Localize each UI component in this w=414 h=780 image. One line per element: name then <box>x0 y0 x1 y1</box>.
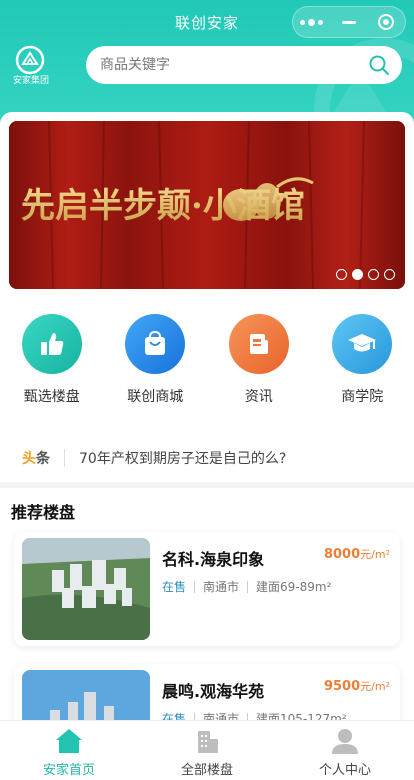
more-icon <box>300 18 324 26</box>
search-icon[interactable] <box>368 54 390 76</box>
tab-home[interactable]: 安家首页 <box>0 721 138 780</box>
home-icon <box>56 729 82 753</box>
divider <box>194 580 196 593</box>
search-input[interactable] <box>100 57 368 73</box>
tab-all-properties[interactable]: 全部楼盘 <box>138 721 276 780</box>
tab-label: 个人中心 <box>318 763 371 778</box>
property-price: 9500元/m² <box>323 679 390 694</box>
news-icon <box>228 314 289 374</box>
tab-label: 全部楼盘 <box>180 763 233 778</box>
carousel-dot-active[interactable] <box>352 269 363 280</box>
entry-featured-properties[interactable]: 甄选楼盘 <box>0 314 104 406</box>
property-card[interactable]: 名科.海泉印象 8000元/m² 在售 南通市 建面69-89m² <box>14 532 400 646</box>
quick-entry-grid: 甄选楼盘 联创商城 资讯 商学院 <box>0 314 414 406</box>
bottom-tab-bar: 安家首页 全部楼盘 个人中心 <box>0 720 414 780</box>
section-title: 推荐楼盘 <box>11 503 76 522</box>
close-target-icon <box>378 14 395 30</box>
carousel-indicator <box>336 269 395 280</box>
building-icon <box>198 731 218 753</box>
mini-program-capsule <box>292 6 406 38</box>
divider <box>247 580 249 593</box>
entry-label: 商学院 <box>341 389 384 405</box>
entry-mall[interactable]: 联创商城 <box>104 314 208 406</box>
entry-label: 联创商城 <box>127 389 184 405</box>
property-area: 建面69-89m² <box>256 580 332 594</box>
graduation-cap-icon <box>332 314 393 374</box>
shopping-bag-icon <box>125 314 186 374</box>
property-name: 晨鸣.观海华苑 <box>162 682 265 701</box>
entry-academy[interactable]: 商学院 <box>311 314 414 406</box>
headline-tag: 头条 <box>22 451 50 467</box>
status-badge: 在售 <box>162 580 187 594</box>
headline-text[interactable]: 70年产权到期房子还是自己的么? <box>79 448 286 468</box>
headline-news[interactable]: 头条 70年产权到期房子还是自己的么? <box>0 440 414 476</box>
divider <box>64 449 65 467</box>
banner-text: 先启半步颠·小酒馆 <box>21 186 305 226</box>
property-meta: 在售 南通市 建面69-89m² <box>162 578 331 595</box>
carousel-dot[interactable] <box>384 269 395 280</box>
carousel-dot[interactable] <box>336 269 347 280</box>
entry-label: 甄选楼盘 <box>23 389 80 405</box>
recommended-section: 推荐楼盘 名科.海泉印象 8000元/m² 在售 南通市 建面69-89m² 晨… <box>0 488 414 778</box>
more-button[interactable] <box>293 7 330 37</box>
property-price: 8000元/m² <box>323 547 390 562</box>
search-bar[interactable] <box>86 46 402 84</box>
entry-label: 资讯 <box>244 389 273 405</box>
carousel-dot[interactable] <box>368 269 379 280</box>
entry-news[interactable]: 资讯 <box>207 314 311 406</box>
thumbs-up-icon <box>21 314 82 374</box>
user-icon <box>332 729 358 754</box>
header: 联创安家 安家集团 <box>0 0 414 128</box>
minimize-button[interactable] <box>330 7 367 37</box>
close-button[interactable] <box>368 7 405 37</box>
banner-image: 先启半步颠·小酒馆 <box>9 121 405 289</box>
property-name: 名科.海泉印象 <box>162 550 265 569</box>
tab-profile[interactable]: 个人中心 <box>276 721 414 780</box>
banner-carousel[interactable]: 先启半步颠·小酒馆 <box>9 121 405 289</box>
property-image <box>22 538 150 640</box>
property-city: 南通市 <box>203 580 240 594</box>
brand-logo-text: 安家集团 <box>12 76 49 86</box>
minimize-icon <box>341 20 356 24</box>
tab-label: 安家首页 <box>42 763 95 778</box>
